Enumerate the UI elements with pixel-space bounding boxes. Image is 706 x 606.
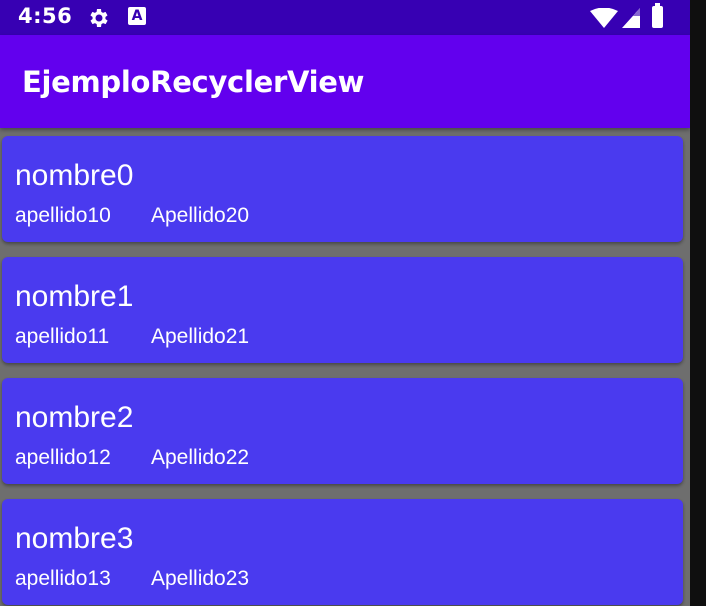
item-apellido1: apellido12 xyxy=(15,446,111,469)
item-apellido1: apellido11 xyxy=(15,325,110,348)
app-bar: EjemploRecyclerView xyxy=(0,35,690,128)
item-nombre: nombre0 xyxy=(15,159,134,192)
phone-screen: 4:56 A EjemploRecyclerView nombre0 apell… xyxy=(0,0,690,606)
app-title: EjemploRecyclerView xyxy=(22,65,365,99)
list-item[interactable]: nombre1 apellido11 Apellido21 xyxy=(2,257,683,363)
device-edge xyxy=(690,0,706,606)
signal-icon xyxy=(622,8,640,28)
wifi-icon xyxy=(590,8,618,28)
item-nombre: nombre2 xyxy=(15,401,134,434)
item-nombre: nombre1 xyxy=(15,280,134,313)
battery-icon xyxy=(652,3,663,28)
list-item[interactable]: nombre2 apellido12 Apellido22 xyxy=(2,378,683,484)
list-item[interactable]: nombre0 apellido10 Apellido20 xyxy=(2,136,683,242)
item-apellido1: apellido13 xyxy=(15,567,111,590)
gear-icon xyxy=(90,9,108,27)
list-item[interactable]: nombre3 apellido13 Apellido23 xyxy=(2,499,683,605)
notification-letter: A xyxy=(131,8,143,24)
status-bar: 4:56 A xyxy=(0,0,690,35)
item-apellido2: Apellido23 xyxy=(151,567,250,590)
item-apellido2: Apellido20 xyxy=(151,204,250,227)
item-apellido2: Apellido22 xyxy=(151,446,250,469)
status-time: 4:56 xyxy=(18,4,73,28)
a-notification-icon: A xyxy=(128,7,146,25)
item-apellido1: apellido10 xyxy=(15,204,111,227)
item-apellido2: Apellido21 xyxy=(151,325,250,348)
item-nombre: nombre3 xyxy=(15,522,134,555)
